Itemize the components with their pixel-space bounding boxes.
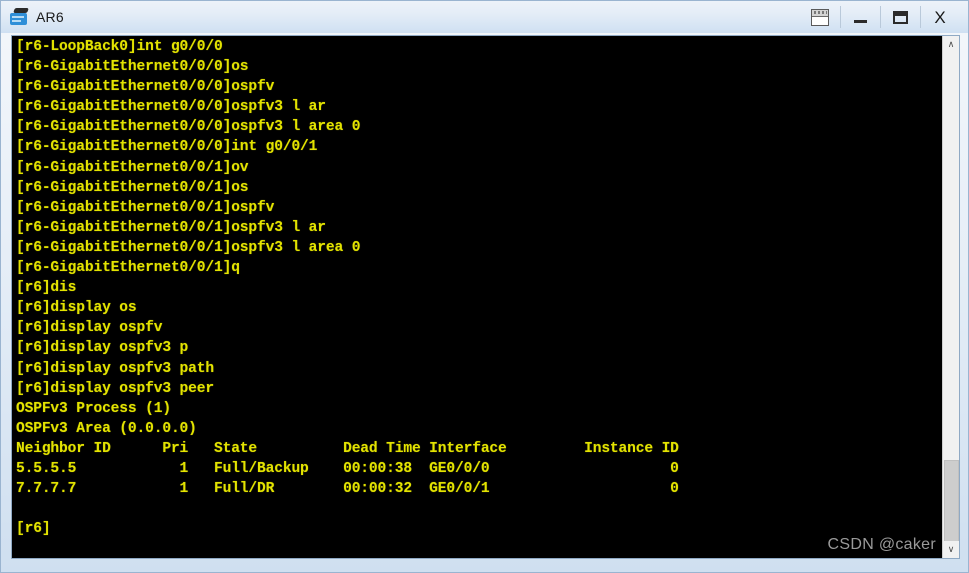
- terminal-frame: [r6-LoopBack0]int g0/0/0 [r6-GigabitEthe…: [11, 35, 960, 559]
- terminal-window: AR6 X [r6-LoopBack0]int g0/0/0 [r6-Gigab…: [0, 0, 969, 573]
- window-controls: X: [800, 1, 960, 33]
- minimize-icon: [853, 19, 867, 23]
- scroll-down-arrow-icon[interactable]: ∨: [943, 541, 959, 558]
- title-bar-left: AR6: [1, 8, 64, 26]
- restore-window-button[interactable]: [800, 2, 840, 32]
- scroll-up-arrow-icon[interactable]: ∧: [943, 36, 959, 53]
- router-icon: [10, 8, 30, 26]
- watermark-text: CSDN @caker: [827, 536, 936, 553]
- terminal-output: [r6-LoopBack0]int g0/0/0 [r6-GigabitEthe…: [16, 39, 679, 538]
- terminal-screen[interactable]: [r6-LoopBack0]int g0/0/0 [r6-GigabitEthe…: [12, 36, 944, 558]
- window-title: AR6: [36, 9, 64, 25]
- close-icon: X: [934, 7, 946, 27]
- scrollbar-thumb[interactable]: [944, 460, 959, 542]
- minimize-button[interactable]: [840, 2, 880, 32]
- maximize-button[interactable]: [880, 2, 920, 32]
- title-bar[interactable]: AR6 X: [1, 1, 968, 33]
- terminal-scrollbar[interactable]: ∧ ∨: [942, 36, 959, 558]
- maximize-icon: [892, 10, 908, 24]
- restore-icon: [811, 8, 829, 26]
- close-button[interactable]: X: [920, 2, 960, 32]
